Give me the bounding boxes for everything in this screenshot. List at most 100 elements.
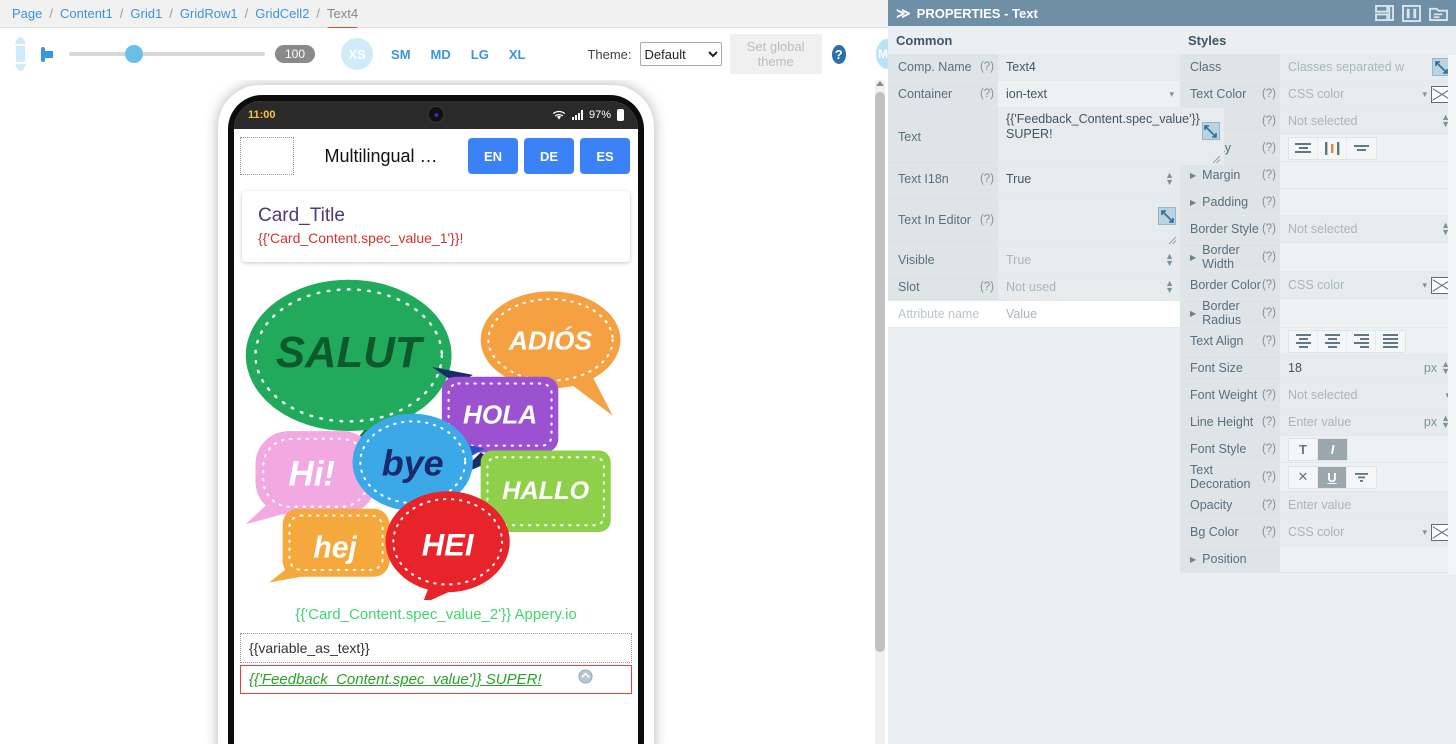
text-decoration-none-button[interactable]: ✕ (1289, 466, 1318, 488)
text-align-center-button[interactable] (1318, 330, 1347, 352)
border-radius-value[interactable] (1280, 299, 1456, 327)
phone-landscape-icon[interactable] (41, 46, 53, 62)
margin-value[interactable] (1280, 162, 1456, 188)
expand-triangle-icon[interactable]: ▶ (1190, 253, 1196, 262)
text-in-editor-expand-icon[interactable] (1158, 207, 1176, 225)
attribute-value-input-wrap[interactable]: Value (998, 301, 1180, 327)
collapse-panel-icon[interactable]: ≫ (896, 5, 911, 22)
border-radius-label[interactable]: ▶ Border Radius (?) (1180, 299, 1280, 327)
chevron-down-icon[interactable]: ▾ (1422, 527, 1427, 538)
mode-hint-icon[interactable]: (?) (1262, 115, 1276, 127)
stepper-icon[interactable]: ▲ ▼ (1165, 252, 1174, 268)
panel-folder-icon[interactable] (1429, 5, 1448, 22)
comp-name-hint-icon[interactable]: (?) (980, 61, 994, 73)
panel-stack-icon[interactable] (1375, 4, 1394, 22)
opacity-hint-icon[interactable]: (?) (1262, 499, 1276, 511)
breadcrumb-item-grid1[interactable]: Grid1 (130, 6, 162, 21)
bg-color-hint-icon[interactable]: (?) (1262, 526, 1276, 538)
zoom-slider-track[interactable] (69, 45, 265, 63)
border-width-label[interactable]: ▶ Border Width (?) (1180, 243, 1280, 271)
border-color-value[interactable]: CSS color ▾ (1280, 272, 1456, 298)
display-block-button[interactable] (1289, 137, 1318, 159)
canvas-scrollbar[interactable] (875, 80, 885, 744)
padding-label[interactable]: ▶ Padding (?) (1180, 189, 1280, 215)
chevron-down-icon[interactable]: ▾ (1422, 89, 1427, 100)
font-size-input[interactable]: 18 (1288, 361, 1302, 375)
font-style-italic-button[interactable]: I (1318, 438, 1347, 460)
stepper-icon[interactable]: ▲ ▼ (1165, 171, 1174, 187)
opacity-value[interactable]: Enter value (1280, 492, 1456, 518)
breadcrumb-item-page[interactable]: Page (12, 6, 42, 21)
border-style-value[interactable]: Not selected ▲ ▼ (1280, 216, 1456, 242)
text-color-hint-icon[interactable]: (?) (1262, 88, 1276, 100)
font-style-normal-button[interactable]: T (1289, 438, 1318, 460)
variable-text-row[interactable]: {{variable_as_text}} (240, 633, 632, 663)
font-size-value[interactable]: 18 px ▲ ▼ (1280, 355, 1456, 381)
expand-triangle-icon[interactable]: ▶ (1190, 309, 1196, 318)
text-expand-icon[interactable] (1201, 122, 1220, 140)
text-align-right-button[interactable] (1347, 330, 1376, 352)
font-weight-hint-icon[interactable]: (?) (1262, 389, 1276, 401)
stepper-icon[interactable]: ▲ ▼ (1165, 279, 1174, 295)
row-border-radius[interactable]: ▶ Border Radius (?) (1180, 299, 1456, 328)
border-color-hint-icon[interactable]: (?) (1262, 279, 1276, 291)
theme-select[interactable]: Default (639, 42, 722, 66)
row-margin[interactable]: ▶ Margin (?) (1180, 162, 1456, 189)
border-style-hint-icon[interactable]: (?) (1262, 223, 1276, 235)
row-border-width[interactable]: ▶ Border Width (?) (1180, 243, 1456, 272)
row-padding[interactable]: ▶ Padding (?) (1180, 189, 1456, 216)
text-i18n-value[interactable]: True ▲ ▼ (998, 166, 1180, 192)
breakpoint-lg[interactable]: LG (461, 47, 499, 62)
expand-triangle-icon[interactable]: ▶ (1190, 171, 1196, 180)
breadcrumb-item-content1[interactable]: Content1 (60, 6, 113, 21)
canvas-scroll-thumb[interactable] (875, 92, 885, 652)
container-hint-icon[interactable]: (?) (980, 88, 994, 100)
margin-hint-icon[interactable]: (?) (1262, 169, 1276, 181)
design-canvas[interactable]: 11:00 97% Multilingual … EN DE ES Card_T… (0, 80, 888, 744)
app-body[interactable]: Card_Title {{'Card_Content.spec_value_1'… (234, 183, 638, 744)
text-color-value[interactable]: CSS color ▾ (1280, 81, 1456, 107)
breakpoint-xs[interactable]: XS (341, 38, 374, 70)
line-height-hint-icon[interactable]: (?) (1262, 416, 1276, 428)
content-card[interactable]: Card_Title {{'Card_Content.spec_value_1'… (242, 191, 630, 262)
help-icon[interactable]: ? (831, 44, 846, 64)
selected-text-component[interactable]: {{'Feedback_Content.spec_value'}} SUPER! (240, 665, 632, 694)
row-position[interactable]: ▶ Position (1180, 546, 1456, 573)
green-text-line[interactable]: {{'Card_Content.spec_value_2'}} Appery.i… (240, 606, 632, 623)
textarea-resize-grip-icon[interactable] (1167, 235, 1177, 245)
position-value[interactable] (1280, 546, 1456, 572)
border-width-hint-icon[interactable]: (?) (1262, 251, 1276, 263)
breadcrumb-item-text4[interactable]: Text4 (327, 6, 359, 31)
chevron-down-icon[interactable]: ▾ (1422, 280, 1427, 291)
text-decoration-underline-button[interactable]: U (1318, 466, 1347, 488)
textarea-resize-grip-icon[interactable] (1211, 154, 1221, 164)
position-label[interactable]: ▶ Position (1180, 546, 1280, 572)
expand-triangle-icon[interactable]: ▶ (1190, 555, 1196, 564)
zoom-slider-knob[interactable] (125, 45, 143, 63)
text-in-editor-textarea[interactable] (998, 193, 1180, 246)
slot-hint-icon[interactable]: (?) (980, 281, 994, 293)
text-in-editor-hint-icon[interactable]: (?) (980, 214, 994, 226)
zoom-slider[interactable]: 100 (69, 45, 316, 63)
font-style-hint-icon[interactable]: (?) (1262, 443, 1276, 455)
breadcrumb-item-gridrow1[interactable]: GridRow1 (180, 6, 238, 21)
line-height-value[interactable]: Enter value px ▲ ▼ (1280, 409, 1456, 435)
border-radius-hint-icon[interactable]: (?) (1262, 307, 1276, 319)
comp-name-value[interactable]: Text4 (998, 54, 1180, 80)
lang-button-en[interactable]: EN (468, 138, 518, 174)
margin-label[interactable]: ▶ Margin (?) (1180, 162, 1280, 188)
breakpoint-xl[interactable]: XL (499, 47, 536, 62)
breadcrumb-item-gridcell2[interactable]: GridCell2 (255, 6, 309, 21)
header-placeholder-box[interactable] (240, 137, 294, 175)
text-align-justify-button[interactable] (1376, 330, 1405, 352)
text-align-left-button[interactable] (1289, 330, 1318, 352)
panel-split-icon[interactable] (1402, 4, 1421, 22)
padding-hint-icon[interactable]: (?) (1262, 196, 1276, 208)
visible-value[interactable]: True ▲ ▼ (998, 247, 1180, 273)
text-align-hint-icon[interactable]: (?) (1262, 335, 1276, 347)
text-i18n-hint-icon[interactable]: (?) (980, 173, 994, 185)
slot-value[interactable]: Not used ▲ ▼ (998, 274, 1180, 300)
display-flex-button[interactable] (1318, 137, 1347, 159)
chevron-down-icon[interactable]: ▾ (1169, 89, 1174, 100)
lang-button-de[interactable]: DE (524, 138, 574, 174)
